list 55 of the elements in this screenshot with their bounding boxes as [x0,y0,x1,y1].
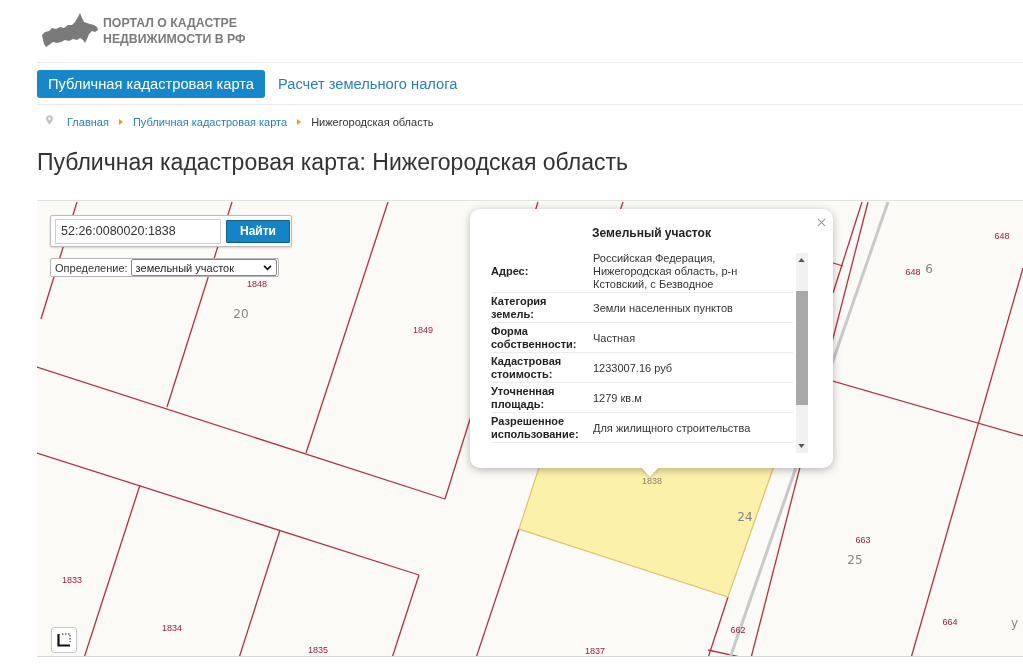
parcel-number: 1835 [308,645,328,655]
block-number: 20 [233,307,249,321]
parcel-number: 1838 [642,476,662,486]
field-label: Кадастровая стоимость: [491,355,563,381]
breadcrumb-link[interactable]: Публичная кадастровая карта [132,116,288,128]
field-value: Частная [593,331,637,345]
field-label: Форма собственности: [491,325,578,351]
field-label: Категория земель: [491,295,548,321]
parcel-number: 1848 [247,279,267,289]
parcel-number: 1849 [413,325,433,335]
field-label: Адрес: [491,265,530,278]
scroll-up-icon[interactable] [798,258,805,262]
site-title: ПОРТАЛ О КАДАСТРЕ НЕДВИЖИМОСТИ В РФ [103,15,246,47]
corner-bracket-icon [57,633,71,647]
breadcrumb-link[interactable]: Главная [67,116,109,128]
location-pin-icon [46,115,53,125]
field-value: 1279 кв.м [593,391,643,405]
block-number: 25 [847,553,863,567]
map-label: у [1011,616,1019,630]
caret-right-icon [297,119,302,125]
field-value: Земли населенных пунктов [593,301,734,315]
parcel-number: 648 [994,231,1010,241]
scroll-down-icon[interactable] [798,444,805,448]
page-title: Публичная кадастровая карта: Нижегородская область [37,148,628,176]
field-value: 1233007.16 руб [593,361,674,375]
field-value: Для жилищного строительства [593,421,752,435]
find-button[interactable]: Найти [226,219,290,243]
search-field[interactable]: 52:26:0080020:1838 [55,218,221,244]
parcel-number: 1834 [162,623,182,633]
caret-right-icon [118,119,123,125]
map-tool-button[interactable] [51,627,77,653]
scrollbar[interactable] [796,253,808,453]
parcel-number: 1833 [62,575,82,585]
parcel-number: 663 [855,535,871,545]
parcel-number: 662 [730,625,746,635]
breadcrumb-current: Нижегородская область [311,116,434,128]
parcel-number: 648 [905,267,921,277]
field-label: Разрешенное использование: [491,415,580,441]
parcel-number: 1837 [585,646,605,656]
field-label: Уточненная площадь: [491,385,556,411]
block-number: 24 [737,510,753,524]
block-number: 6 [925,262,933,276]
country-map-icon [42,13,98,49]
popup-title: Земельный участок [591,225,712,241]
mode-label: Определение: [55,261,128,274]
nav-tab[interactable]: Публичная кадастровая карта [37,69,265,98]
nav-tab[interactable]: Расчет земельного налога [266,69,469,98]
popup-pointer [641,467,659,477]
parcel-number: 664 [942,617,958,627]
field-value: Российская Федерация, Нижегородская область, р-н Кстовский, с Безводное [593,252,739,291]
cadastral-map[interactable] [37,200,1023,657]
scrollbar-thumb[interactable] [796,291,808,405]
close-icon[interactable] [817,218,826,227]
mode-dropdown[interactable]: земельный участок [130,259,277,276]
chevron-down-icon [262,264,272,271]
